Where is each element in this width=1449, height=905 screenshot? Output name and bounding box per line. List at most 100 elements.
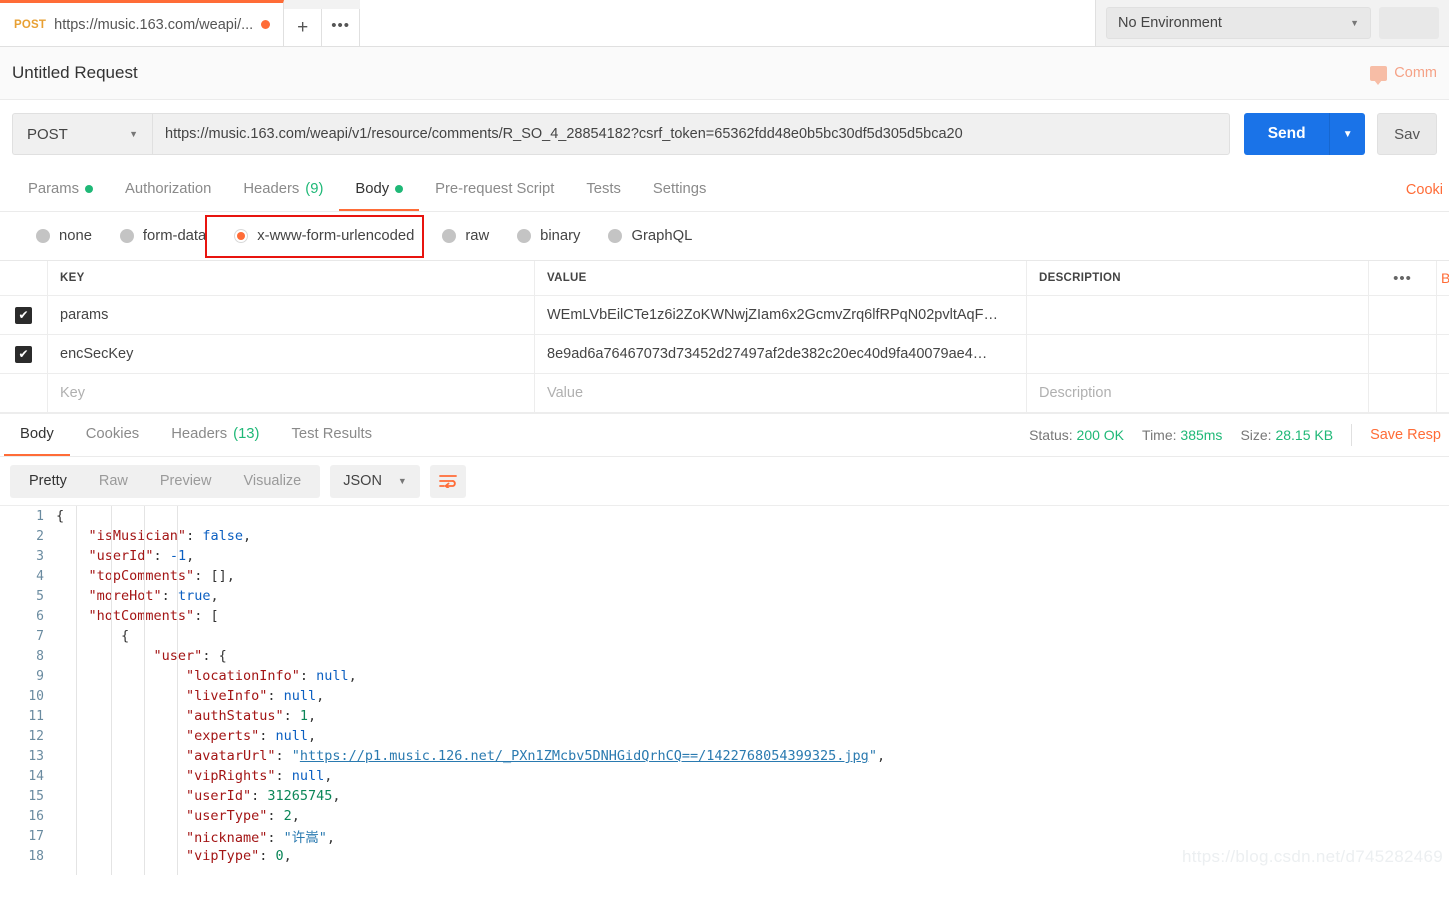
code-line-content: "moreHot": true, bbox=[56, 588, 219, 604]
line-number: 4 bbox=[36, 568, 44, 584]
line-number: 10 bbox=[28, 688, 44, 704]
bulk-edit-link[interactable]: B bbox=[1437, 261, 1449, 295]
save-button[interactable]: Sav bbox=[1377, 113, 1437, 155]
code-token: : bbox=[259, 848, 276, 864]
line-number: 15 bbox=[28, 788, 44, 804]
code-token: " bbox=[868, 748, 877, 764]
response-body-code[interactable]: 1{2 "isMusician": false,3 "userId": -1,4… bbox=[0, 505, 1449, 875]
code-token[interactable]: https://p1.music.126.net/_PXn1ZMcbv5DNHG… bbox=[300, 748, 869, 764]
code-token: : bbox=[186, 528, 203, 544]
code-token: null bbox=[283, 688, 317, 704]
send-options-chevron-icon[interactable]: ▼ bbox=[1329, 113, 1366, 155]
response-tab-headers[interactable]: Headers (13) bbox=[155, 414, 275, 456]
row-value-input[interactable]: 8e9ad6a76467073d73452d27497af2de382c20ec… bbox=[535, 335, 1027, 373]
tab-headers[interactable]: Headers (9) bbox=[227, 168, 339, 211]
code-line: 10 "liveInfo": null, bbox=[0, 686, 1449, 706]
body-mode-binary[interactable]: binary bbox=[503, 228, 594, 244]
environment-selector[interactable]: No Environment ▼ bbox=[1106, 6, 1371, 39]
body-mode-none[interactable]: none bbox=[22, 228, 106, 244]
code-token: : [], bbox=[194, 568, 235, 584]
table-empty-row[interactable]: Key Value Description bbox=[0, 374, 1449, 413]
code-line: 12 "experts": null, bbox=[0, 726, 1449, 746]
new-tab-icon[interactable]: + bbox=[284, 9, 323, 46]
body-mode-form-data[interactable]: form-data bbox=[106, 228, 220, 244]
code-line-content: "vipType": 0, bbox=[56, 848, 292, 864]
view-mode-raw[interactable]: Raw bbox=[83, 465, 144, 498]
wrap-lines-icon[interactable] bbox=[429, 464, 466, 498]
line-number: 3 bbox=[36, 548, 44, 564]
row-value-input[interactable]: WEmLVbEilCTe1z6i2ZoKWNwjZIam6x2GcmvZrq6l… bbox=[535, 296, 1027, 334]
tab-params[interactable]: Params bbox=[12, 168, 109, 211]
checkbox-checked-icon[interactable]: ✔ bbox=[15, 306, 32, 324]
response-format-selector[interactable]: JSON ▼ bbox=[330, 464, 420, 498]
save-response-button[interactable]: Save Resp bbox=[1370, 427, 1441, 443]
comments-button[interactable]: Comm bbox=[1370, 65, 1437, 85]
status-value: 200 OK bbox=[1076, 427, 1125, 443]
indent-guide bbox=[177, 506, 178, 875]
time-badge: Time: 385ms bbox=[1142, 427, 1222, 443]
response-tab-cookies[interactable]: Cookies bbox=[70, 414, 155, 456]
cookies-link[interactable]: Cooki bbox=[1406, 182, 1443, 198]
environment-quick-look-button[interactable] bbox=[1379, 6, 1439, 39]
tab-body[interactable]: Body bbox=[339, 168, 420, 211]
view-mode-preview[interactable]: Preview bbox=[144, 465, 228, 498]
row-actions-cell[interactable] bbox=[1369, 296, 1437, 334]
line-number: 9 bbox=[36, 668, 44, 684]
indent-guide bbox=[144, 506, 145, 875]
environment-area: No Environment ▼ bbox=[1096, 0, 1449, 46]
tab-pre-request-script[interactable]: Pre-request Script bbox=[419, 168, 570, 211]
tab-label: Pre-request Script bbox=[435, 180, 555, 197]
response-tab-body[interactable]: Body bbox=[4, 414, 70, 456]
code-token: 31265745 bbox=[267, 788, 333, 804]
http-method-selector[interactable]: POST ▼ bbox=[12, 113, 152, 155]
code-token: , bbox=[326, 830, 335, 846]
response-format-label: JSON bbox=[343, 473, 382, 489]
tab-label: Cookies bbox=[85, 426, 140, 442]
table-options-icon[interactable]: ••• bbox=[1369, 261, 1437, 295]
response-tab-test-results[interactable]: Test Results bbox=[275, 414, 388, 456]
row-key-input[interactable]: params bbox=[48, 296, 535, 334]
code-token: : [ bbox=[194, 608, 219, 624]
tab-authorization[interactable]: Authorization bbox=[109, 168, 227, 211]
tab-tests[interactable]: Tests bbox=[570, 168, 637, 211]
code-line-content: "locationInfo": null, bbox=[56, 668, 357, 684]
line-number: 2 bbox=[36, 528, 44, 544]
row-key-input[interactable]: encSecKey bbox=[48, 335, 535, 373]
code-token: " bbox=[291, 748, 300, 764]
code-line: 1{ bbox=[0, 506, 1449, 526]
code-line: 3 "userId": -1, bbox=[0, 546, 1449, 566]
row-checkbox-cell[interactable]: ✔ bbox=[0, 335, 48, 373]
row-description-input[interactable] bbox=[1027, 335, 1369, 373]
line-number: 1 bbox=[36, 508, 44, 524]
tab-settings[interactable]: Settings bbox=[637, 168, 722, 211]
table-row[interactable]: ✔ params WEmLVbEilCTe1z6i2ZoKWNwjZIam6x2… bbox=[0, 296, 1449, 335]
view-mode-visualize[interactable]: Visualize bbox=[227, 465, 317, 498]
code-token: 2 bbox=[283, 808, 292, 824]
url-input[interactable]: https://music.163.com/weapi/v1/resource/… bbox=[152, 113, 1231, 155]
body-mode-raw[interactable]: raw bbox=[428, 228, 503, 244]
body-mode-graphql[interactable]: GraphQL bbox=[594, 228, 706, 244]
empty-description-input[interactable]: Description bbox=[1027, 374, 1369, 412]
row-actions-cell[interactable] bbox=[1369, 335, 1437, 373]
request-tab[interactable]: POST https://music.163.com/weapi/... bbox=[0, 0, 285, 46]
body-mode-x-www-form-urlencoded[interactable]: x-www-form-urlencoded bbox=[220, 228, 428, 244]
http-method-label: POST bbox=[27, 125, 68, 143]
body-present-dot bbox=[395, 184, 404, 193]
empty-key-input[interactable]: Key bbox=[48, 374, 535, 412]
view-mode-pretty[interactable]: Pretty bbox=[13, 465, 83, 498]
tab-label: Test Results bbox=[291, 426, 373, 442]
tab-method-label: POST bbox=[14, 18, 47, 31]
send-button[interactable]: Send bbox=[1244, 113, 1330, 155]
row-checkbox-cell[interactable]: ✔ bbox=[0, 296, 48, 334]
environment-selected-label: No Environment bbox=[1118, 14, 1222, 31]
code-token: : bbox=[251, 788, 268, 804]
tab-options-icon[interactable]: ••• bbox=[322, 9, 361, 46]
code-token: "isMusician" bbox=[88, 528, 187, 544]
code-line-content: "vipRights": null, bbox=[56, 768, 332, 784]
empty-value-input[interactable]: Value bbox=[535, 374, 1027, 412]
radio-icon bbox=[517, 229, 532, 243]
checkbox-checked-icon[interactable]: ✔ bbox=[15, 345, 32, 363]
table-row[interactable]: ✔ encSecKey 8e9ad6a76467073d73452d27497a… bbox=[0, 335, 1449, 374]
row-description-input[interactable] bbox=[1027, 296, 1369, 334]
code-line: 6 "hotComments": [ bbox=[0, 606, 1449, 626]
